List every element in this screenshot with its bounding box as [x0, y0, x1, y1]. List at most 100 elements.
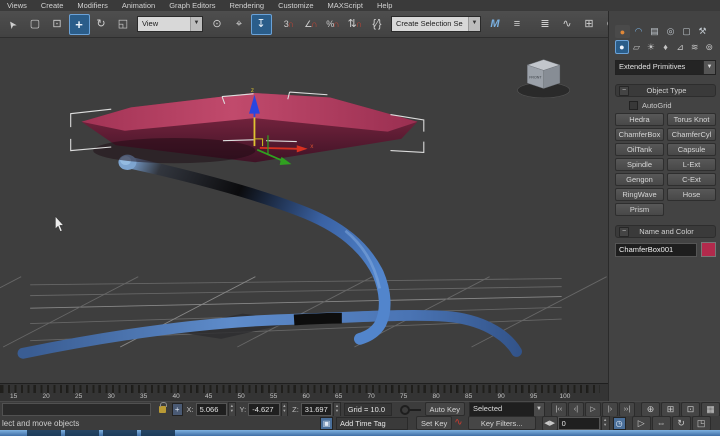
- x-axis-handle[interactable]: [260, 148, 299, 149]
- button-chamfercyl[interactable]: ChamferCyl: [667, 128, 716, 141]
- go-to-end-button[interactable]: ››|: [619, 402, 635, 417]
- zoom-all-icon[interactable]: ⊞: [661, 402, 680, 417]
- z-spinner[interactable]: ▲▼: [333, 402, 340, 417]
- cube-icon[interactable]: ▣: [320, 417, 333, 430]
- menu-views[interactable]: Views: [0, 0, 34, 11]
- zoom-extents-icon[interactable]: ⊡: [681, 402, 700, 417]
- mirror-icon[interactable]: M: [485, 14, 506, 35]
- collapse-icon[interactable]: −: [619, 227, 629, 237]
- go-to-start-button[interactable]: |‹‹: [551, 402, 567, 417]
- button-prism[interactable]: Prism: [615, 203, 664, 216]
- menu-rendering[interactable]: Rendering: [222, 0, 271, 11]
- selection-lock-icon[interactable]: [159, 406, 166, 413]
- angle-snap-icon[interactable]: ∠∩: [301, 14, 322, 35]
- category-shapes[interactable]: ▱: [630, 40, 644, 54]
- button-c-ext[interactable]: C-Ext: [667, 173, 716, 186]
- button-torus-knot[interactable]: Torus Knot: [667, 113, 716, 126]
- schematic-view-icon[interactable]: ⊞: [579, 14, 600, 35]
- menu-create[interactable]: Create: [34, 0, 71, 11]
- absolute-mode-icon[interactable]: +: [172, 403, 183, 416]
- key-filter-curve-icon[interactable]: ∿: [454, 418, 462, 428]
- menu-graph-editors[interactable]: Graph Editors: [162, 0, 222, 11]
- chamferbox-object[interactable]: [82, 93, 418, 163]
- collapse-icon[interactable]: −: [619, 86, 629, 96]
- zoom-icon[interactable]: ⊕: [641, 402, 660, 417]
- percent-snap-icon[interactable]: %∩: [323, 14, 344, 35]
- category-space-warps[interactable]: ≋: [688, 40, 702, 54]
- button-ringwave[interactable]: RingWave: [615, 188, 664, 201]
- taskbar-window-button[interactable]: [65, 430, 99, 436]
- y-coordinate-input[interactable]: -4.627: [248, 403, 279, 416]
- selection-set-dropdown[interactable]: Create Selection Se ▼: [391, 16, 481, 32]
- button-spindle[interactable]: Spindle: [615, 158, 664, 171]
- menu-animation[interactable]: Animation: [115, 0, 162, 11]
- select-and-move-icon[interactable]: +: [69, 14, 90, 35]
- timeline-ruler[interactable]: 1520253035404550556065707580859095100: [0, 383, 608, 402]
- tab-motion[interactable]: ◎: [663, 25, 678, 38]
- category-cameras[interactable]: ♦: [659, 40, 673, 54]
- menu-help[interactable]: Help: [370, 0, 399, 11]
- key-selection-dropdown[interactable]: Selected ▼: [469, 402, 545, 417]
- named-selection-sets-icon[interactable]: {∕}: [367, 14, 388, 35]
- align-icon[interactable]: ≡: [507, 14, 528, 35]
- zoom-extents-all-icon[interactable]: ▦: [701, 402, 720, 417]
- set-key-button[interactable]: Set Key: [416, 416, 452, 430]
- button-gengon[interactable]: Gengon: [615, 173, 664, 186]
- select-object-icon[interactable]: ➤: [3, 14, 24, 35]
- reference-coordsys-dropdown[interactable]: View ▼: [137, 16, 203, 32]
- tab-hierarchy[interactable]: ▤: [647, 25, 662, 38]
- time-config-icon[interactable]: ◷: [613, 417, 626, 430]
- current-frame-input[interactable]: 0: [558, 417, 600, 430]
- orbit-icon[interactable]: ↻: [672, 416, 691, 431]
- keyboard-shortcut-override-icon[interactable]: ↧: [251, 14, 272, 35]
- taskbar-window-button[interactable]: [27, 430, 61, 436]
- key-filters-button[interactable]: Key Filters...: [468, 416, 536, 430]
- tab-display[interactable]: ▢: [679, 25, 694, 38]
- button-l-ext[interactable]: L-Ext: [667, 158, 716, 171]
- curve-editor-icon[interactable]: ∿: [557, 14, 578, 35]
- x-coordinate-input[interactable]: 5.066: [196, 403, 227, 416]
- button-hose[interactable]: Hose: [667, 188, 716, 201]
- chevron-down-icon[interactable]: ▼: [703, 61, 715, 74]
- button-capsule[interactable]: Capsule: [667, 143, 716, 156]
- menu-modifiers[interactable]: Modifiers: [70, 0, 114, 11]
- maximize-viewport-icon[interactable]: ◳: [692, 416, 711, 431]
- menu-customize[interactable]: Customize: [271, 0, 320, 11]
- chevron-down-icon[interactable]: ▼: [534, 403, 544, 416]
- view-cube[interactable]: FRONT: [517, 60, 569, 98]
- name-color-rollout[interactable]: − Name and Color: [615, 225, 716, 238]
- category-lights[interactable]: ☀: [644, 40, 658, 54]
- rectangular-selection-region-icon[interactable]: ▢: [25, 14, 46, 35]
- select-and-scale-icon[interactable]: ◱: [113, 14, 134, 35]
- button-chamferbox[interactable]: ChamferBox: [615, 128, 664, 141]
- menu-maxscript[interactable]: MAXScript: [321, 0, 370, 11]
- button-hedra[interactable]: Hedra: [615, 113, 664, 126]
- perspective-viewport[interactable]: z x FRONT: [0, 38, 608, 385]
- auto-key-button[interactable]: Auto Key: [425, 402, 465, 416]
- x-spinner[interactable]: ▲▼: [228, 402, 235, 417]
- object-type-rollout[interactable]: − Object Type: [615, 84, 716, 97]
- frame-spinner[interactable]: ▲▼: [601, 416, 610, 431]
- select-and-manipulate-icon[interactable]: ⌖: [229, 14, 250, 35]
- ground-tube-object[interactable]: [23, 315, 517, 353]
- previous-frame-button[interactable]: ‹|: [568, 402, 584, 417]
- primitive-type-dropdown[interactable]: Extended Primitives ▼: [615, 60, 716, 75]
- key-mode-toggle[interactable]: ◀▶: [542, 416, 558, 431]
- taskbar-window-button[interactable]: [141, 430, 175, 436]
- y-spinner[interactable]: ▲▼: [281, 402, 288, 417]
- category-geometry[interactable]: ●: [615, 40, 629, 54]
- layer-manager-icon[interactable]: ≣: [535, 14, 556, 35]
- next-frame-button[interactable]: |›: [602, 402, 618, 417]
- category-systems[interactable]: ⊚: [702, 40, 716, 54]
- category-helpers[interactable]: ⊿: [673, 40, 687, 54]
- track-bar[interactable]: [2, 403, 151, 416]
- pan-icon[interactable]: ⇔: [652, 416, 671, 431]
- tab-create[interactable]: ●: [615, 25, 630, 38]
- object-color-swatch[interactable]: [701, 242, 716, 257]
- taskbar-window-button[interactable]: [103, 430, 137, 436]
- play-button[interactable]: ▷: [585, 402, 601, 417]
- tab-modify[interactable]: ◠: [631, 25, 646, 38]
- use-center-icon[interactable]: ⊙: [207, 14, 228, 35]
- chevron-down-icon[interactable]: ▼: [190, 17, 202, 31]
- field-of-view-icon[interactable]: ▷: [632, 416, 651, 431]
